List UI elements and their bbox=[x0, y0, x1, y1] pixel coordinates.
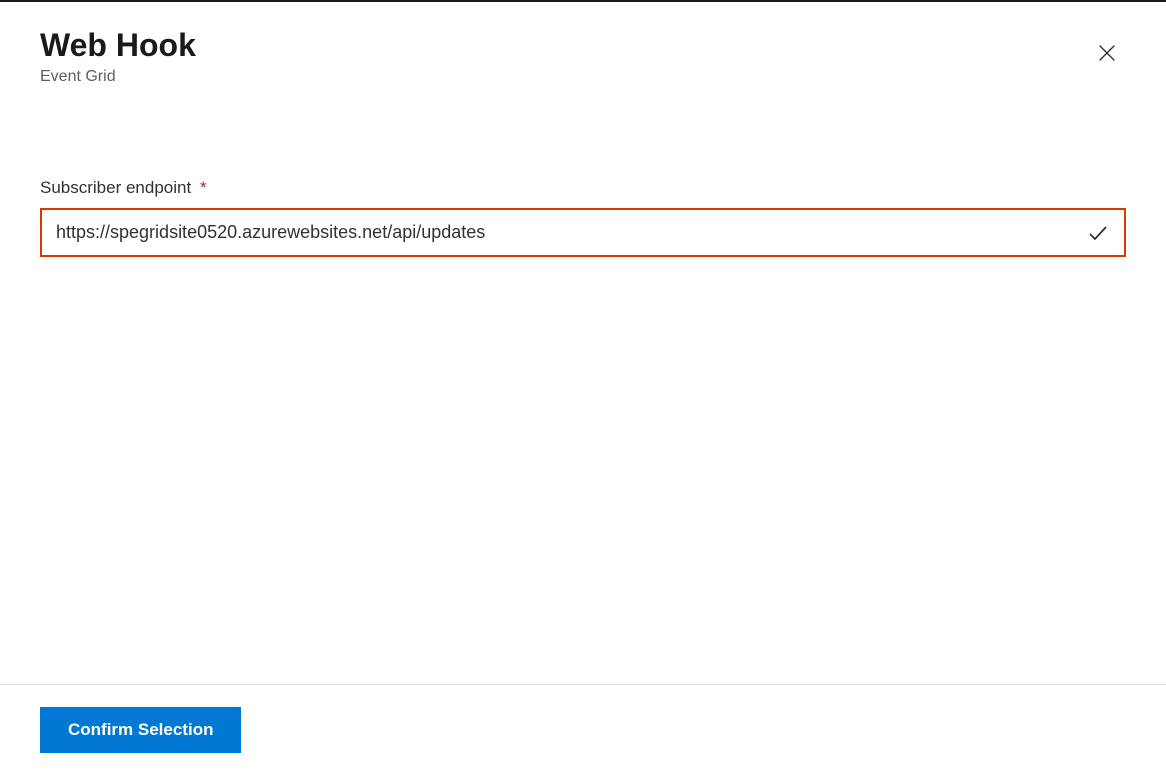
panel-footer: Confirm Selection bbox=[0, 684, 1166, 783]
close-button[interactable] bbox=[1088, 34, 1126, 75]
endpoint-input[interactable] bbox=[42, 210, 1080, 255]
panel-content: Subscriber endpoint * bbox=[40, 178, 1126, 684]
endpoint-label: Subscriber endpoint * bbox=[40, 178, 1126, 198]
panel-header: Web Hook Event Grid bbox=[40, 26, 1126, 86]
close-icon bbox=[1096, 42, 1118, 67]
webhook-panel: Web Hook Event Grid Subscriber endpoint … bbox=[0, 2, 1166, 783]
endpoint-input-wrapper bbox=[40, 208, 1126, 257]
required-marker: * bbox=[200, 178, 207, 197]
title-block: Web Hook Event Grid bbox=[40, 26, 196, 86]
panel-title: Web Hook bbox=[40, 26, 196, 64]
confirm-selection-button[interactable]: Confirm Selection bbox=[40, 707, 241, 753]
checkmark-icon bbox=[1086, 221, 1110, 245]
panel-subtitle: Event Grid bbox=[40, 68, 196, 86]
